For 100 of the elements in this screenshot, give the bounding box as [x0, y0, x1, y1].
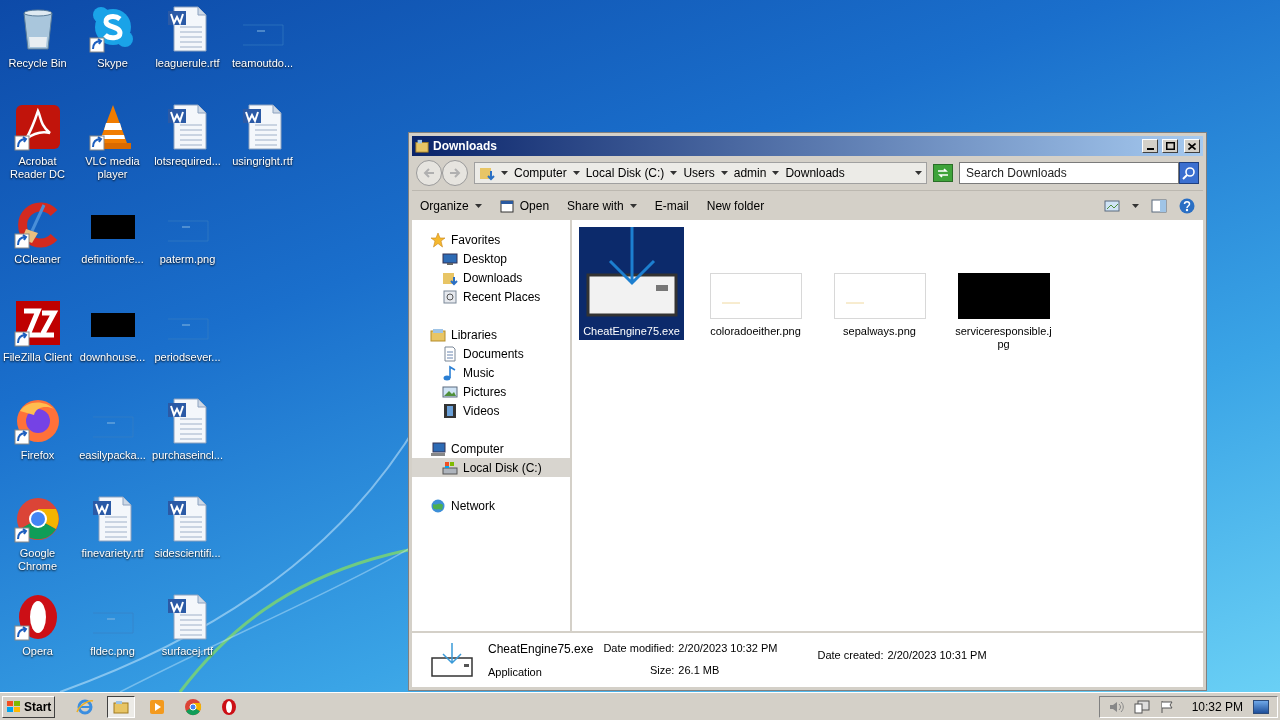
nav-item[interactable]: Favorites: [412, 230, 570, 249]
dropdown-caret-icon: [915, 171, 922, 175]
breadcrumb-item[interactable]: admin: [733, 164, 767, 182]
desktop-icon-label[interactable]: leaguerule.rtf: [150, 57, 225, 70]
desktop-icon-label[interactable]: lotsrequired...: [150, 155, 225, 168]
nav-item[interactable]: Documents: [412, 344, 570, 363]
toolbar-button[interactable]: New folder: [706, 194, 765, 217]
file-item[interactable]: sepalways.png: [827, 227, 932, 340]
desktop-icon-label[interactable]: finevariety.rtf: [75, 547, 150, 560]
nav-item[interactable]: Computer: [412, 439, 570, 458]
browser-logo-icon[interactable]: [13, 495, 62, 543]
desktop-icon-label[interactable]: FileZilla Client: [0, 351, 75, 364]
nav-item[interactable]: Downloads: [412, 268, 570, 287]
caret-icon: [474, 203, 482, 208]
desktop-icon-label[interactable]: easilypacka...: [75, 449, 150, 462]
caret-icon: [772, 171, 780, 175]
desktop-icon-label[interactable]: purchaseincl...: [150, 449, 225, 462]
monitor-icon: [442, 250, 458, 267]
browser-e-icon: [76, 697, 95, 716]
recent-places-icon: [442, 288, 458, 305]
view-options-icon[interactable]: [1104, 198, 1120, 213]
desktop-icon-label[interactable]: paterm.png: [150, 253, 225, 266]
folder-icon: [479, 165, 495, 181]
breadcrumb-item[interactable]: Computer: [514, 164, 567, 182]
desktop-icon-label[interactable]: sidescientifi...: [150, 547, 225, 560]
caret-icon: [720, 171, 728, 175]
close-icon: [1188, 142, 1196, 150]
search-button[interactable]: [1179, 162, 1199, 184]
file-item[interactable]: coloradoeither.png: [703, 227, 808, 340]
folder-icon: [415, 139, 429, 153]
right-arrow-icon: [449, 168, 461, 178]
media-player-icon: [148, 697, 167, 716]
toolbar-button[interactable]: E-mail: [654, 194, 689, 217]
detail-value: 2/20/2023 10:31 PM: [887, 648, 987, 663]
file-name: CheatEngine75.exe: [488, 640, 594, 658]
desktop-icon-label[interactable]: definitionfe...: [75, 253, 150, 266]
left-arrow-icon: [423, 168, 435, 178]
window-title: Downloads: [433, 138, 498, 155]
close-button[interactable]: [1184, 139, 1200, 153]
caret-icon: [501, 171, 508, 175]
caret-icon: [572, 171, 580, 175]
star-icon: [430, 231, 446, 248]
detail-label: Date created:: [817, 648, 884, 663]
minimize-button[interactable]: [1142, 139, 1158, 153]
start-button[interactable]: Start: [2, 695, 56, 718]
search-icon: [1182, 166, 1196, 180]
detail-label: Date modified:: [603, 640, 675, 656]
detail-value: 2/20/2023 10:32 PM: [678, 640, 778, 656]
file-item[interactable]: CheatEngine75.exe: [579, 227, 684, 340]
desktop-icon-label[interactable]: Skype: [75, 57, 150, 70]
hard-disk-icon: [442, 459, 458, 476]
zigzag-logo-icon[interactable]: [13, 299, 62, 347]
show-desktop-button[interactable]: [1253, 699, 1269, 714]
minimize-icon: [1146, 148, 1154, 150]
desktop-icon-label[interactable]: usingright.rtf: [225, 155, 300, 168]
nav-item[interactable]: Libraries: [412, 325, 570, 344]
nav-item[interactable]: Recent Places: [412, 287, 570, 306]
breadcrumb-item[interactable]: Downloads: [785, 164, 845, 182]
taskbar-app-button[interactable]: [107, 695, 136, 718]
nav-item[interactable]: Desktop: [412, 249, 570, 268]
preview-pane-icon[interactable]: [1151, 198, 1167, 213]
network-icon[interactable]: [1133, 699, 1150, 714]
document-icon: [442, 345, 458, 362]
breadcrumb-item[interactable]: Users: [683, 164, 715, 182]
desktop-icon-label[interactable]: Acrobat Reader DC: [0, 155, 75, 181]
desktop-icon-label[interactable]: Recycle Bin: [0, 57, 75, 70]
toolbar-button[interactable]: Organize: [420, 194, 482, 217]
browser-logo-icon: [184, 697, 203, 716]
desktop-icon-label[interactable]: Google Chrome: [0, 547, 75, 573]
flag-icon[interactable]: [1159, 699, 1174, 714]
toolbar-button[interactable]: Share with: [567, 194, 637, 217]
music-note-icon: [442, 364, 458, 381]
nav-item[interactable]: Music: [412, 363, 570, 382]
fox-globe-icon[interactable]: [13, 397, 62, 445]
clock[interactable]: 10:32 PM: [1191, 697, 1243, 716]
film-icon: [442, 402, 458, 419]
desktop-icon-label[interactable]: downhouse...: [75, 351, 150, 364]
desktop-icon-label[interactable]: teamoutdo...: [225, 57, 300, 70]
pdf-logo-icon[interactable]: [13, 103, 62, 151]
toolbar-button[interactable]: Open: [499, 194, 550, 217]
windows-logo-icon: [6, 699, 22, 714]
desktop-icon-label[interactable]: Firefox: [0, 449, 75, 462]
desktop-icon-label[interactable]: VLC media player: [75, 155, 150, 181]
nav-item[interactable]: Network: [412, 496, 570, 515]
file-item[interactable]: serviceresponsible.jpg: [951, 227, 1056, 353]
address-bar[interactable]: Computer Local Disk (C:) Users admin Downloads: [474, 162, 927, 184]
desktop-icon-label[interactable]: CCleaner: [0, 253, 75, 266]
breadcrumb-item[interactable]: Local Disk (C:): [585, 164, 665, 182]
nav-item[interactable]: Pictures: [412, 382, 570, 401]
search-field[interactable]: Search Downloads: [959, 162, 1179, 184]
picture-icon: [442, 383, 458, 400]
maximize-button[interactable]: [1162, 139, 1178, 153]
desktop-icon-label[interactable]: periodsever...: [150, 351, 225, 364]
maximize-icon: [1165, 142, 1175, 150]
nav-item[interactable]: Local Disk (C:): [412, 458, 570, 477]
nav-item[interactable]: Videos: [412, 401, 570, 420]
help-icon[interactable]: [1179, 197, 1195, 214]
installer-icon: [430, 642, 474, 678]
view-caret-icon: [1132, 203, 1139, 208]
refresh-button[interactable]: [933, 164, 953, 182]
